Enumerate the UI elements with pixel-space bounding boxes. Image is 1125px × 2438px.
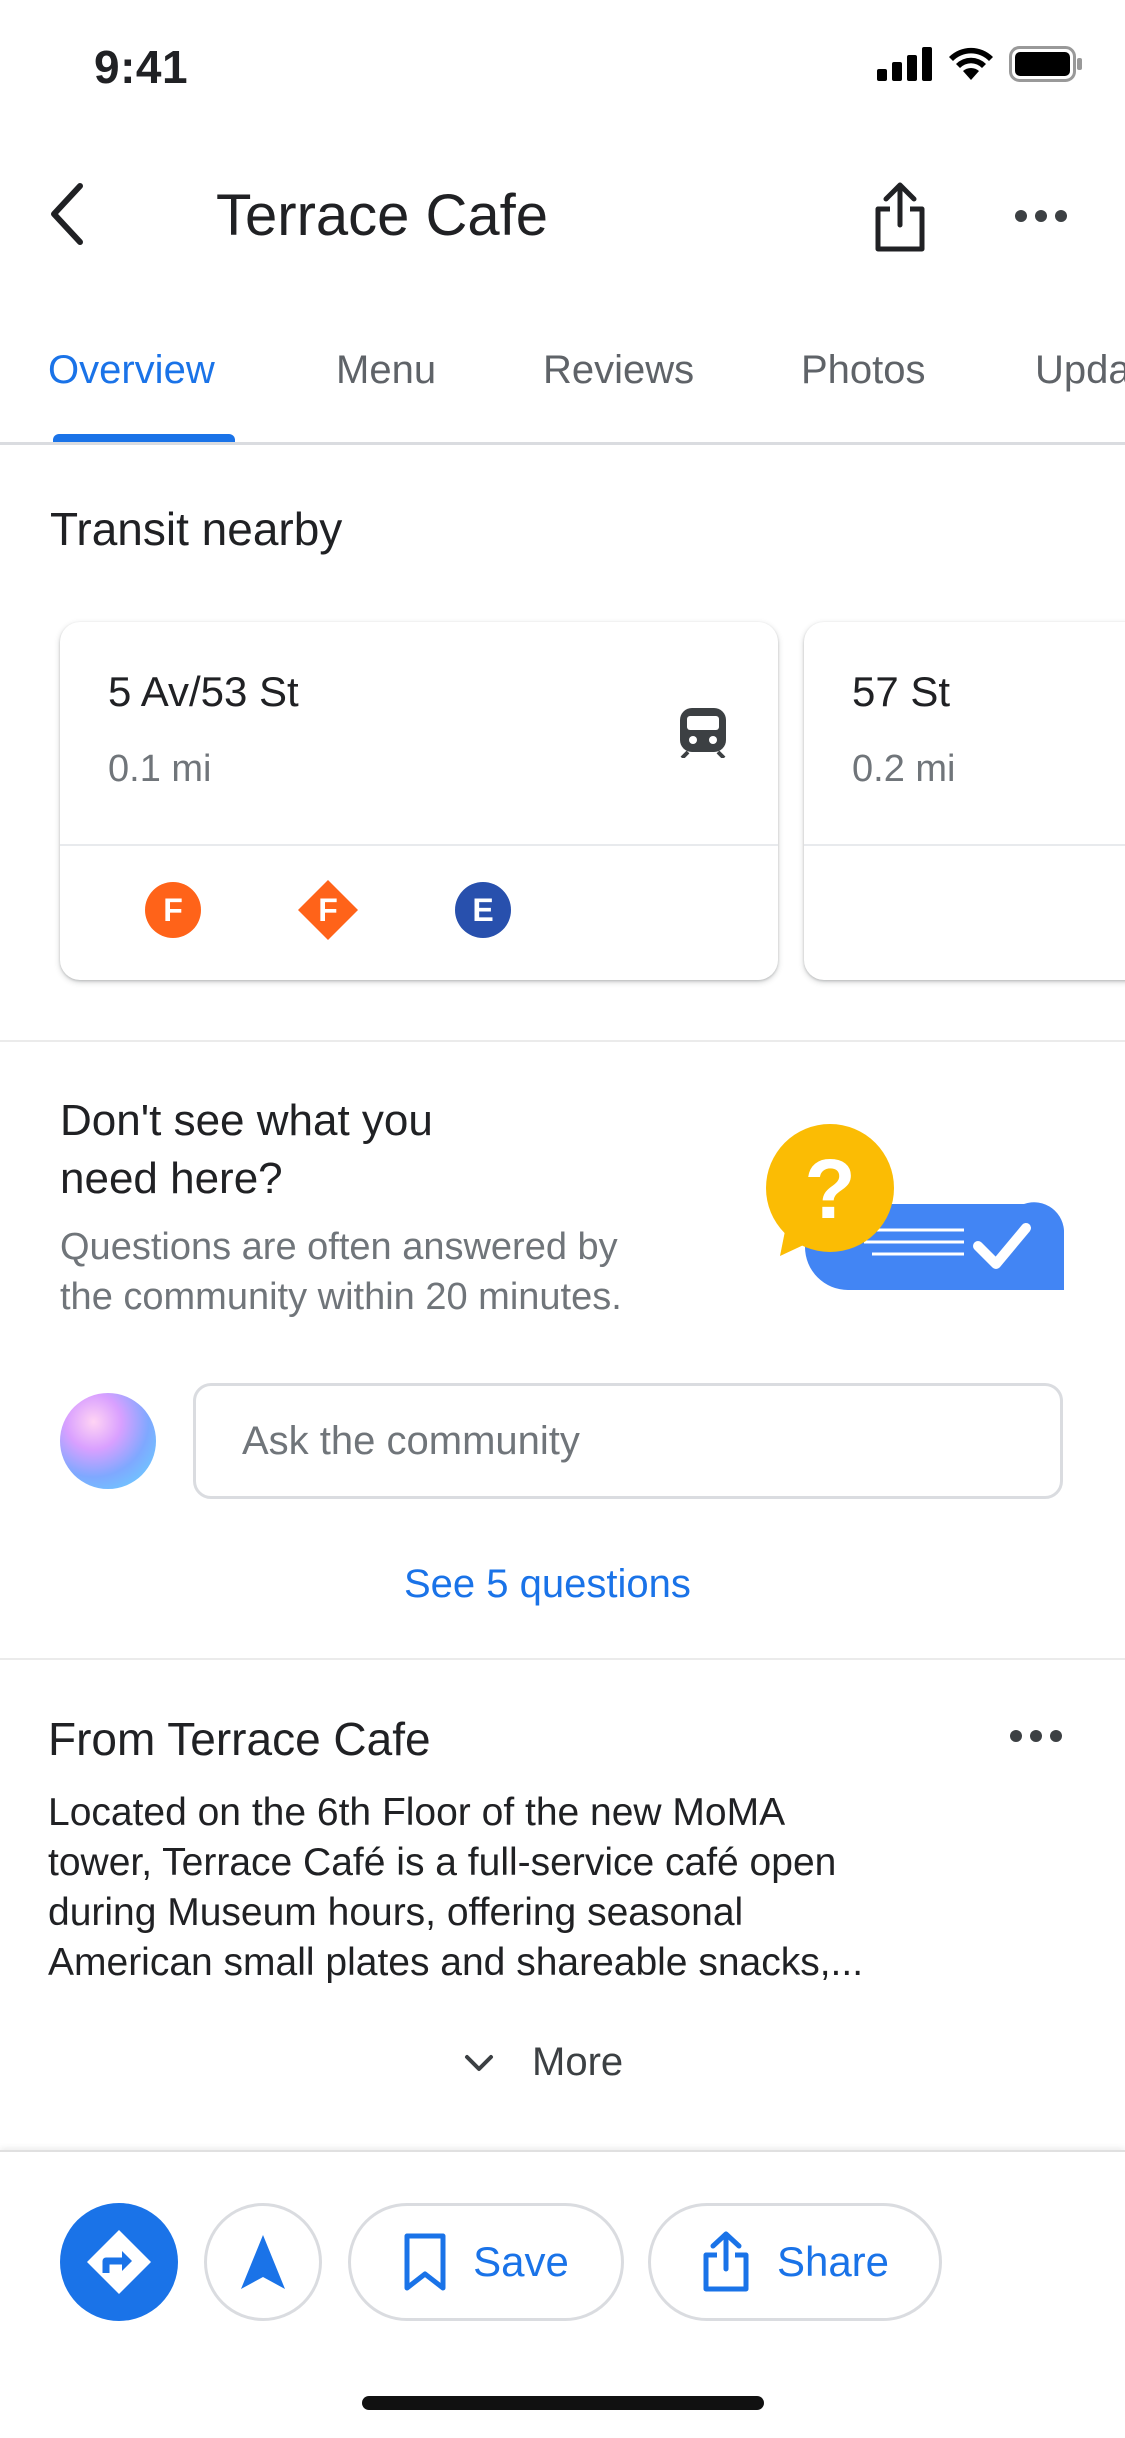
qa-illustration-icon: ? <box>766 1124 1064 1290</box>
qa-title-line: need here? <box>60 1154 283 1203</box>
line-e-circle-icon: E <box>455 882 511 938</box>
page-title: Terrace Cafe <box>216 183 549 248</box>
section-divider <box>0 1040 1125 1042</box>
qa-title-line: Don't see what you <box>60 1096 433 1145</box>
line-f-diamond-icon: F <box>298 880 358 940</box>
from-section-title: From Terrace Cafe <box>48 1713 431 1765</box>
ask-community-input[interactable]: Ask the community <box>193 1383 1063 1499</box>
card-divider <box>60 844 778 846</box>
from-description: Located on the 6th Floor of the new MoMA… <box>48 1788 1048 1988</box>
more-options-button[interactable] <box>1006 196 1076 236</box>
qa-description-line: Questions are often answered by <box>60 1226 618 1268</box>
section-divider <box>0 1658 1125 1660</box>
transit-card[interactable]: 5 Av/53 St 0.1 mi F F E <box>60 622 778 980</box>
qa-title: Don't see what you need here? <box>60 1092 433 1208</box>
directions-button[interactable] <box>60 2203 178 2321</box>
more-horizontal-icon <box>1015 210 1067 222</box>
station-name: 57 St <box>852 668 951 715</box>
share-place-button[interactable]: Share <box>648 2203 942 2321</box>
transit-section-title: Transit nearby <box>50 503 343 555</box>
from-description-line: American small plates and shareable snac… <box>48 1941 864 1984</box>
save-label: Save <box>473 2238 569 2285</box>
navigation-arrow-icon <box>241 2235 285 2289</box>
directions-icon <box>87 2230 151 2294</box>
station-distance: 0.2 mi <box>852 748 956 790</box>
from-description-line: tower, Terrace Café is a full-service ca… <box>48 1841 837 1884</box>
tab-menu[interactable]: Menu <box>336 348 436 393</box>
tab-bar: Overview Menu Reviews Photos Upda <box>0 330 1125 446</box>
see-questions-link[interactable]: See 5 questions <box>404 1562 691 1607</box>
station-name: 5 Av/53 St <box>108 668 299 715</box>
more-label: More <box>532 2040 624 2084</box>
cellular-signal-icon <box>877 47 932 81</box>
more-toggle[interactable]: More <box>464 2040 623 2085</box>
status-icons <box>877 46 1083 82</box>
from-description-line: Located on the 6th Floor of the new MoMA <box>48 1791 786 1834</box>
tabs-divider <box>0 442 1125 445</box>
share-button[interactable] <box>862 176 938 258</box>
chevron-down-icon <box>465 2054 493 2071</box>
tab-overview[interactable]: Overview <box>48 348 215 393</box>
subway-icon <box>680 708 726 758</box>
battery-icon <box>1009 46 1082 82</box>
share-label: Share <box>776 2238 890 2285</box>
more-horizontal-icon <box>1010 1730 1062 1742</box>
back-button[interactable] <box>30 176 102 252</box>
line-f-label: F <box>163 892 183 928</box>
avatar <box>60 1393 156 1489</box>
station-distance: 0.1 mi <box>108 748 212 790</box>
qa-description: Questions are often answered by the comm… <box>60 1222 622 1322</box>
card-divider <box>804 844 1125 846</box>
status-time: 9:41 <box>94 41 189 93</box>
tab-photos[interactable]: Photos <box>801 348 926 393</box>
from-description-line: during Museum hours, offering seasonal <box>48 1891 744 1934</box>
line-e-label: E <box>472 892 493 928</box>
back-arrow-icon <box>51 183 83 245</box>
share-icon <box>875 182 925 252</box>
share-icon <box>703 2231 749 2292</box>
tab-reviews[interactable]: Reviews <box>543 348 694 393</box>
wifi-icon <box>949 47 993 80</box>
save-button[interactable]: Save <box>348 2203 624 2321</box>
tab-updates[interactable]: Upda <box>1035 348 1125 393</box>
bookmark-icon <box>404 2233 446 2291</box>
home-indicator <box>362 2396 764 2410</box>
transit-card[interactable]: 57 St 0.2 mi <box>804 622 1125 980</box>
start-navigation-button[interactable] <box>204 2203 322 2321</box>
question-mark: ? <box>804 1142 855 1236</box>
line-f-circle-icon: F <box>145 882 201 938</box>
qa-description-line: the community within 20 minutes. <box>60 1276 622 1318</box>
line-f-express-label: F <box>318 892 338 928</box>
from-more-options-button[interactable] <box>1004 1716 1068 1756</box>
